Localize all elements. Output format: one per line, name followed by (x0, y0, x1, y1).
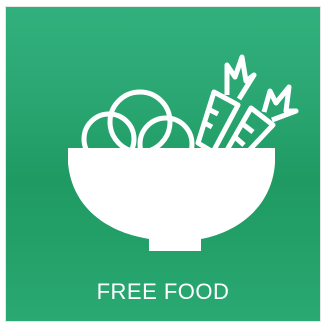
tile-label: FREE FOOD (96, 279, 230, 304)
food-bowl-icon (68, 54, 299, 251)
free-food-tile[interactable]: FREE FOOD (6, 7, 320, 321)
bowl-shape (68, 148, 275, 251)
carrot-icon (195, 54, 257, 155)
